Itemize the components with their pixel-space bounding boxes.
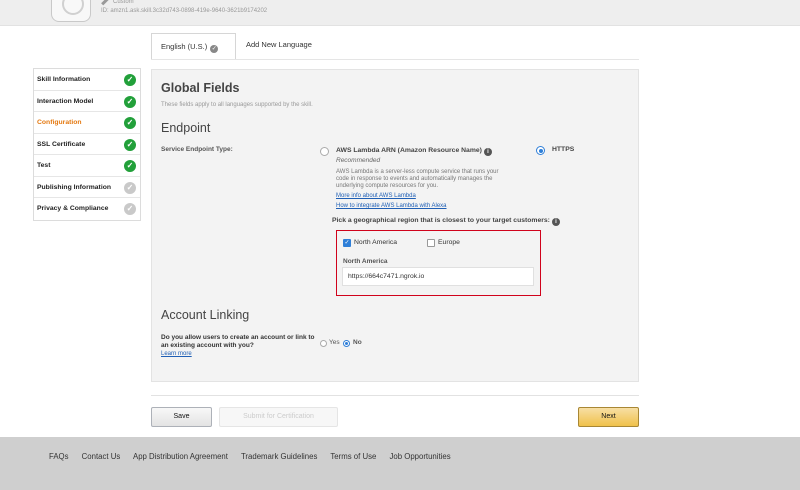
lambda-radio[interactable]: [320, 147, 329, 156]
lambda-option: AWS Lambda ARN (Amazon Resource Name) i: [336, 147, 492, 156]
footer-link-app-distribution-agreement[interactable]: App Distribution Agreement: [133, 452, 228, 461]
sidebar-item-label: Interaction Model: [37, 97, 94, 105]
lambda-option-label: AWS Lambda ARN (Amazon Resource Name): [336, 147, 482, 154]
skill-id: ID: amzn1.ask.skill.3c32d743-0898-419e-9…: [101, 8, 268, 14]
configuration-panel: Global Fields These fields apply to all …: [151, 69, 639, 382]
europe-checkbox[interactable]: [427, 239, 435, 247]
tab-english-us[interactable]: English (U.S.) ✓: [151, 33, 236, 59]
sidebar-item-interaction-model[interactable]: Interaction Model ✓: [34, 91, 140, 112]
global-fields-subtitle: These fields apply to all languages supp…: [161, 102, 313, 108]
sidebar: Skill Information ✓ Interaction Model ✓ Co…: [33, 68, 141, 221]
footer-link-faqs[interactable]: FAQs: [49, 452, 69, 461]
tab-divider: [151, 59, 639, 60]
region-highlight-box: ✓ North America Europe North America: [336, 230, 541, 296]
footer-link-trademark-guidelines[interactable]: Trademark Guidelines: [241, 452, 317, 461]
actions-divider: [151, 395, 639, 396]
footer-link-job-opportunities[interactable]: Job Opportunities: [390, 452, 451, 461]
sidebar-item-privacy-compliance[interactable]: Privacy & Compliance ✓: [34, 198, 140, 220]
endpoint-title: Endpoint: [161, 121, 211, 135]
region-question-text: Pick a geographical region that is close…: [332, 217, 550, 224]
skill-header: Custom ID: amzn1.ask.skill.3c32d743-0898…: [0, 0, 800, 26]
north-america-checkbox[interactable]: ✓: [343, 239, 351, 247]
check-icon: ✓: [124, 203, 136, 215]
check-circle-icon: ✓: [210, 45, 219, 53]
sidebar-item-label: Skill Information: [37, 76, 91, 83]
sidebar-item-label: Privacy & Compliance: [37, 205, 109, 212]
service-endpoint-type-label: Service Endpoint Type:: [161, 146, 233, 153]
region-question: Pick a geographical region that is close…: [332, 217, 560, 226]
https-option-label: HTTPS: [552, 146, 575, 153]
check-icon: ✓: [124, 181, 136, 194]
footer-links: FAQs Contact Us App Distribution Agreeme…: [49, 452, 462, 461]
lambda-integrate-link[interactable]: How to integrate AWS Lambda with Alexa: [336, 203, 447, 209]
account-linking-no-label: No: [353, 339, 362, 346]
info-icon[interactable]: i: [483, 148, 492, 156]
account-linking-no-radio[interactable]: [343, 340, 350, 347]
sidebar-item-configuration[interactable]: Configuration ✓: [34, 112, 140, 134]
north-america-url-input[interactable]: [342, 267, 534, 286]
check-icon: ✓: [124, 95, 136, 108]
sidebar-item-skill-information[interactable]: Skill Information ✓: [34, 69, 140, 91]
check-icon: ✓: [124, 117, 136, 129]
lambda-description: AWS Lambda is a server-less compute serv…: [336, 169, 499, 189]
north-america-checkbox-label: North America: [354, 239, 398, 246]
submit-for-certification-button[interactable]: Submit for Certification: [219, 407, 338, 427]
lambda-recommended: Recommended: [336, 157, 381, 164]
account-linking-title: Account Linking: [161, 308, 250, 322]
footer-link-terms-of-use[interactable]: Terms of Use: [330, 452, 376, 461]
footer: FAQs Contact Us App Distribution Agreeme…: [0, 437, 800, 490]
sidebar-item-label: Test: [37, 162, 51, 169]
footer-link-contact-us[interactable]: Contact Us: [82, 452, 121, 461]
account-linking-yes-radio[interactable]: [320, 340, 327, 347]
sidebar-item-label: SSL Certificate: [37, 140, 86, 148]
tab-add-new-language[interactable]: Add New Language: [246, 40, 312, 49]
https-radio[interactable]: [536, 146, 545, 155]
info-icon[interactable]: i: [551, 218, 560, 226]
skill-icon: [51, 0, 91, 22]
check-icon: ✓: [124, 74, 136, 86]
check-icon: ✓: [124, 160, 136, 172]
sidebar-item-test[interactable]: Test ✓: [34, 155, 140, 177]
save-button[interactable]: Save: [151, 407, 212, 427]
next-button[interactable]: Next: [578, 407, 639, 427]
check-icon: ✓: [124, 138, 136, 151]
sidebar-item-ssl-certificate[interactable]: SSL Certificate ✓: [34, 134, 140, 155]
sidebar-item-label: Publishing Information: [37, 183, 112, 191]
learn-more-link[interactable]: Learn more: [161, 351, 192, 357]
sidebar-item-label: Configuration: [37, 119, 82, 126]
tab-english-us-label: English (U.S.): [161, 42, 208, 51]
skill-type-label: Custom: [113, 0, 134, 5]
account-linking-yes-label: Yes: [329, 339, 340, 346]
lambda-more-info-link[interactable]: More info about AWS Lambda: [336, 193, 416, 199]
north-america-heading: North America: [343, 258, 388, 265]
europe-checkbox-label: Europe: [438, 239, 460, 246]
account-linking-question: Do you allow users to create an account …: [161, 334, 315, 349]
skill-type: Custom: [101, 0, 134, 6]
pencil-icon: [101, 0, 109, 6]
sidebar-item-publishing-information[interactable]: Publishing Information ✓: [34, 177, 140, 198]
global-fields-title: Global Fields: [161, 81, 240, 95]
